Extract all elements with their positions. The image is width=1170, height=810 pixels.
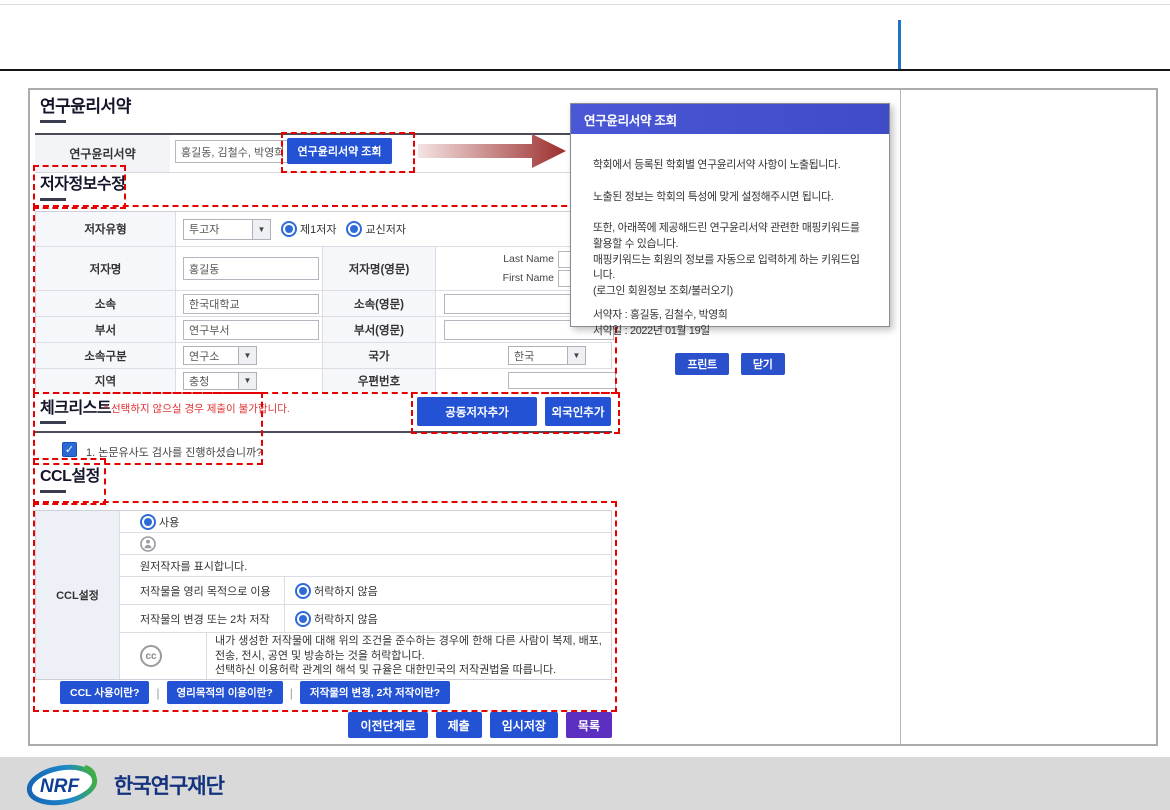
popup-paragraph-3b: 매핑키워드는 회원의 정보를 자동으로 입력하게 하는 키워드입니다. [593, 253, 867, 284]
author-section-title: 저자정보수정 [40, 170, 125, 194]
nrf-logo-text: NRF [40, 776, 80, 797]
ccl-commercial-label: 저작물을 영리 목적으로 이용 [140, 583, 271, 599]
first-name-label: First Name [436, 272, 554, 284]
country-label: 국가 [323, 343, 436, 368]
last-name-label: Last Name [436, 253, 554, 265]
affiliation-en-label: 소속(영문) [323, 291, 436, 316]
ccl-commercial-value: 허락하지 않음 [314, 583, 378, 599]
popup-paragraph-2: 노출된 정보는 학회의 특성에 맞게 설정해주시면 됩니다. [593, 190, 867, 206]
author-type-label: 저자유형 [36, 212, 176, 246]
screen: 연구윤리서약 연구윤리서약 연구윤리서약 조회 저자정보수정 저자유형 투고자 … [0, 0, 1170, 810]
zip-label: 우편번호 [323, 369, 436, 392]
ccl-attribution-text: 원저작자를 표시합니다. [140, 558, 247, 574]
footer-brand: 한국연구재단 [114, 775, 225, 798]
submit-button[interactable]: 제출 [436, 712, 482, 738]
author-name-en-label: 저자명(영문) [323, 247, 436, 290]
department-en-label: 부서(영문) [323, 317, 436, 342]
ccl-commercial-radio[interactable] [295, 583, 311, 599]
author-form: 저자유형 투고자 ▼ 제1저자 교신저자 저자명 저자명(영문) Last [35, 211, 612, 391]
help-separator: | [290, 686, 293, 700]
affiliation-type-label: 소속구분 [36, 343, 176, 368]
pledge-search-popup: 연구윤리서약 조회 학회에서 등록된 학회별 연구윤리서약 사항이 노출됩니다.… [570, 103, 890, 327]
nrf-logo: NRF 한국연구재단 [24, 761, 284, 807]
title-underline [40, 120, 66, 123]
ccl-license-text-1: 내가 생성한 저작물에 대해 위의 조건을 준수하는 경우에 한해 다른 사람이… [215, 634, 603, 664]
ccl-derivative-label: 저작물의 변경 또는 2차 저작 [140, 611, 270, 627]
previous-step-button[interactable]: 이전단계로 [348, 712, 427, 738]
ccl-header-cell: CCL설정 [36, 511, 120, 679]
checklist-title-underline [40, 421, 66, 424]
ccl-derivative-radio[interactable] [295, 611, 311, 627]
affiliation-type-select[interactable]: 연구소 ▼ [183, 346, 257, 365]
similarity-check-checkbox[interactable]: ✓ [62, 442, 77, 457]
checklist-note: * 선택하지 않으실 경우 제출이 불가합니다. [104, 401, 290, 416]
checklist-divider [35, 431, 612, 433]
temp-save-button[interactable]: 임시저장 [490, 712, 558, 738]
affiliation-type-value: 연구소 [184, 347, 238, 364]
department-label: 부서 [36, 317, 176, 342]
affiliation-label: 소속 [36, 291, 176, 316]
add-coauthor-button[interactable]: 공동저자추가 [417, 397, 537, 426]
cc-by-icon [140, 536, 156, 552]
first-author-radio[interactable] [281, 221, 297, 237]
add-foreigner-button[interactable]: 외국인추가 [545, 397, 611, 426]
author-title-underline [40, 198, 66, 201]
red-arrow [418, 132, 568, 170]
popup-paragraph-1: 학회에서 등록된 학회별 연구윤리서약 사항이 노출됩니다. [593, 158, 867, 174]
popup-pledger: 서약자 : 홍길동, 김철수, 박영희 [593, 308, 867, 324]
ccl-help-button-2[interactable]: 영리목적의 이용이란? [167, 681, 283, 704]
author-type-value: 투고자 [184, 220, 252, 239]
top-divider-line [0, 69, 1170, 71]
ccl-section-title: CCL설정 [40, 462, 100, 486]
pledge-search-button[interactable]: 연구윤리서약 조회 [287, 138, 392, 164]
region-select[interactable]: 충청 ▼ [183, 372, 257, 390]
page-title: 연구윤리서약 [40, 92, 131, 117]
ccl-title-underline [40, 490, 66, 493]
ccl-license-text-2: 선택하신 이용허락 관계의 해석 및 규율은 대한민국의 저작권법을 따릅니다. [215, 663, 603, 678]
author-name-label: 저자명 [36, 247, 176, 290]
corresponding-author-radio-label: 교신저자 [365, 221, 405, 237]
region-label: 지역 [36, 369, 176, 392]
ccl-help-button-1[interactable]: CCL 사용이란? [60, 681, 149, 704]
ccl-derivative-value: 허락하지 않음 [314, 611, 378, 627]
popup-date: 서약일 : 2022년 01월 19일 [593, 324, 867, 340]
affiliation-input[interactable] [183, 294, 319, 314]
similarity-check-label: 1. 논문유사도 검사를 진행하셨습니까? [86, 444, 262, 460]
cc-icon: cc [140, 645, 162, 667]
checklist-section-title: 체크리스트 [40, 394, 111, 418]
chevron-down-icon[interactable]: ▼ [252, 220, 270, 239]
popup-print-button[interactable]: 프린트 [675, 353, 728, 375]
pledge-input[interactable] [175, 140, 295, 163]
department-input[interactable] [183, 320, 319, 340]
country-value: 한국 [509, 347, 567, 364]
list-button[interactable]: 목록 [566, 712, 612, 738]
ccl-use-label: 사용 [159, 514, 179, 530]
ccl-help-button-3[interactable]: 저작물의 변경, 2차 저작이란? [300, 681, 450, 704]
footer: NRF 한국연구재단 [0, 757, 1170, 810]
author-type-select[interactable]: 투고자 ▼ [183, 219, 271, 240]
popup-title: 연구윤리서약 조회 [571, 104, 889, 134]
pledge-label: 연구윤리서약 [35, 135, 170, 172]
top-blue-tick [898, 20, 901, 69]
first-author-radio-label: 제1저자 [300, 221, 336, 237]
ccl-use-radio[interactable] [140, 514, 156, 530]
corresponding-author-radio[interactable] [346, 221, 362, 237]
popup-paragraph-3a: 또한, 아래쪽에 제공해드린 연구윤리서약 관련한 매핑키워드를 활용할 수 있… [593, 221, 867, 252]
help-separator: | [156, 686, 159, 700]
region-value: 충청 [184, 373, 238, 389]
author-name-input[interactable] [183, 257, 319, 280]
top-hairline [0, 4, 1170, 5]
chevron-down-icon[interactable]: ▼ [238, 347, 256, 364]
popup-paragraph-3c: (로그인 회원정보 조회/불러오기) [593, 284, 867, 300]
chevron-down-icon[interactable]: ▼ [238, 373, 256, 389]
ccl-table: CCL설정 사용 원저작자를 표시합니다. 저작물을 영리 목적으로 이용 [35, 510, 612, 680]
popup-close-button[interactable]: 닫기 [741, 353, 785, 375]
panel-vertical-divider [900, 90, 901, 744]
